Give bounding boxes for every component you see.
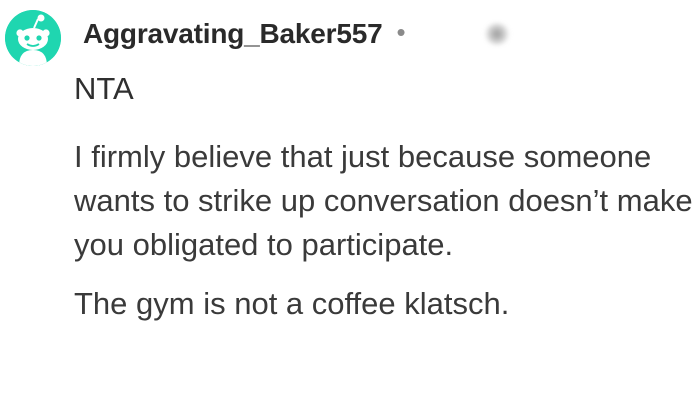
comment-paragraph-2: The gym is not a coffee klatsch.	[74, 286, 510, 321]
comment-verdict: NTA	[74, 71, 134, 106]
comment-card: Aggravating_Baker557 • NTA I firmly beli…	[0, 0, 700, 403]
username-link[interactable]: Aggravating_Baker557	[83, 18, 383, 50]
comment-header: Aggravating_Baker557 •	[83, 14, 510, 54]
comment-paragraph-1: I firmly believe that just because someo…	[74, 139, 693, 262]
blurred-timestamp	[483, 23, 510, 45]
snoo-avatar-icon	[5, 10, 61, 66]
user-avatar[interactable]	[5, 10, 61, 66]
separator-dot: •	[396, 16, 406, 47]
comment-body: I firmly believe that just because someo…	[74, 135, 700, 341]
